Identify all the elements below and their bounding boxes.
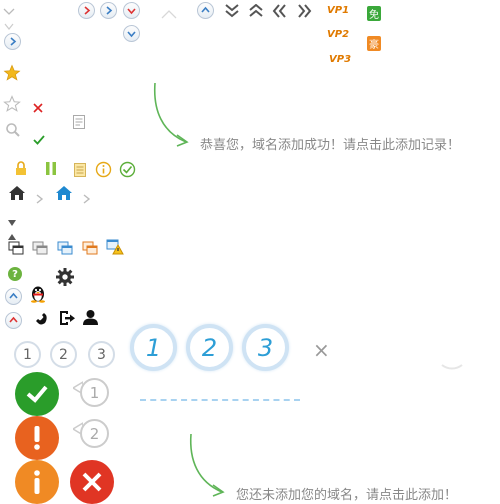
check-circle-icon[interactable]	[119, 161, 136, 182]
luxury-tag: 豪	[367, 36, 381, 51]
circle-up-red-icon[interactable]	[5, 312, 22, 329]
user-icon[interactable]	[82, 309, 99, 330]
info-status-icon	[15, 460, 59, 504]
circle-right-blue-icon[interactable]	[100, 2, 117, 19]
dashed-divider	[140, 399, 300, 401]
double-chevron-up-icon[interactable]	[248, 3, 264, 22]
qq-penguin-icon[interactable]	[30, 285, 46, 307]
circle-down-blue-icon[interactable]	[123, 25, 140, 42]
chevron-up-light-icon[interactable]	[160, 4, 178, 23]
info-icon[interactable]	[95, 161, 112, 182]
success-status-icon	[15, 372, 59, 416]
document-icon[interactable]	[73, 114, 85, 133]
double-chevron-down-icon[interactable]	[224, 3, 240, 22]
window-blue-icon[interactable]	[57, 240, 73, 259]
circle-up-blue-icon[interactable]	[197, 2, 214, 19]
help-icon[interactable]: ?	[8, 267, 22, 281]
error-status-icon	[70, 460, 114, 504]
check-green-icon	[33, 130, 45, 149]
pause-icon[interactable]	[44, 161, 58, 180]
logout-icon[interactable]	[59, 310, 76, 330]
gear-icon[interactable]	[55, 267, 75, 291]
close-red-icon[interactable]	[33, 98, 43, 117]
lock-icon[interactable]	[14, 161, 28, 180]
window-orange-icon[interactable]	[82, 240, 98, 259]
double-chevron-left-icon[interactable]	[272, 3, 288, 22]
note-icon[interactable]	[74, 162, 86, 181]
circle-up-blue-icon[interactable]	[5, 288, 22, 305]
window-dark-icon[interactable]	[8, 240, 24, 259]
step-large-1[interactable]: 1	[130, 324, 177, 371]
success-message[interactable]: 恭喜您，域名添加成功！请点击此添加记录！	[200, 134, 460, 153]
vip-label-3: VP3	[329, 54, 352, 65]
home-dark-icon[interactable]	[8, 185, 26, 205]
search-icon[interactable]	[5, 122, 21, 142]
warning-status-icon	[15, 416, 59, 460]
step-large-3[interactable]: 3	[242, 324, 289, 371]
star-empty-icon[interactable]	[3, 95, 21, 117]
vip-label-1: VP1	[327, 5, 350, 16]
home-blue-icon[interactable]	[55, 185, 73, 205]
window-gray-icon[interactable]	[32, 240, 48, 259]
step-number-2[interactable]: 2	[50, 341, 77, 368]
breadcrumb-chevron-icon	[83, 189, 91, 208]
bubble-number-2[interactable]: 2	[80, 419, 109, 448]
bubble-number-1[interactable]: 1	[80, 378, 109, 407]
circle-right-icon[interactable]	[4, 33, 21, 50]
phone-icon[interactable]	[31, 310, 47, 330]
star-filled-icon[interactable]	[3, 64, 21, 86]
ring-fragment-icon	[440, 330, 464, 374]
circle-down-red-icon[interactable]	[123, 2, 140, 19]
step-large-2[interactable]: 2	[186, 324, 233, 371]
curved-arrow-icon	[186, 432, 231, 502]
breadcrumb-chevron-icon	[36, 189, 44, 208]
vip-label-2: VP2	[327, 29, 350, 40]
step-number-1[interactable]: 1	[14, 341, 41, 368]
window-warning-icon[interactable]	[106, 239, 124, 259]
step-number-3[interactable]: 3	[88, 341, 115, 368]
close-icon[interactable]: ×	[313, 338, 330, 362]
not-added-message[interactable]: 您还未添加您的域名，请点击此添加！	[236, 484, 457, 503]
curved-arrow-icon	[150, 80, 195, 152]
double-chevron-right-icon[interactable]	[296, 3, 312, 22]
circle-right-red-icon[interactable]	[78, 2, 95, 19]
free-tag: 免	[367, 6, 381, 21]
